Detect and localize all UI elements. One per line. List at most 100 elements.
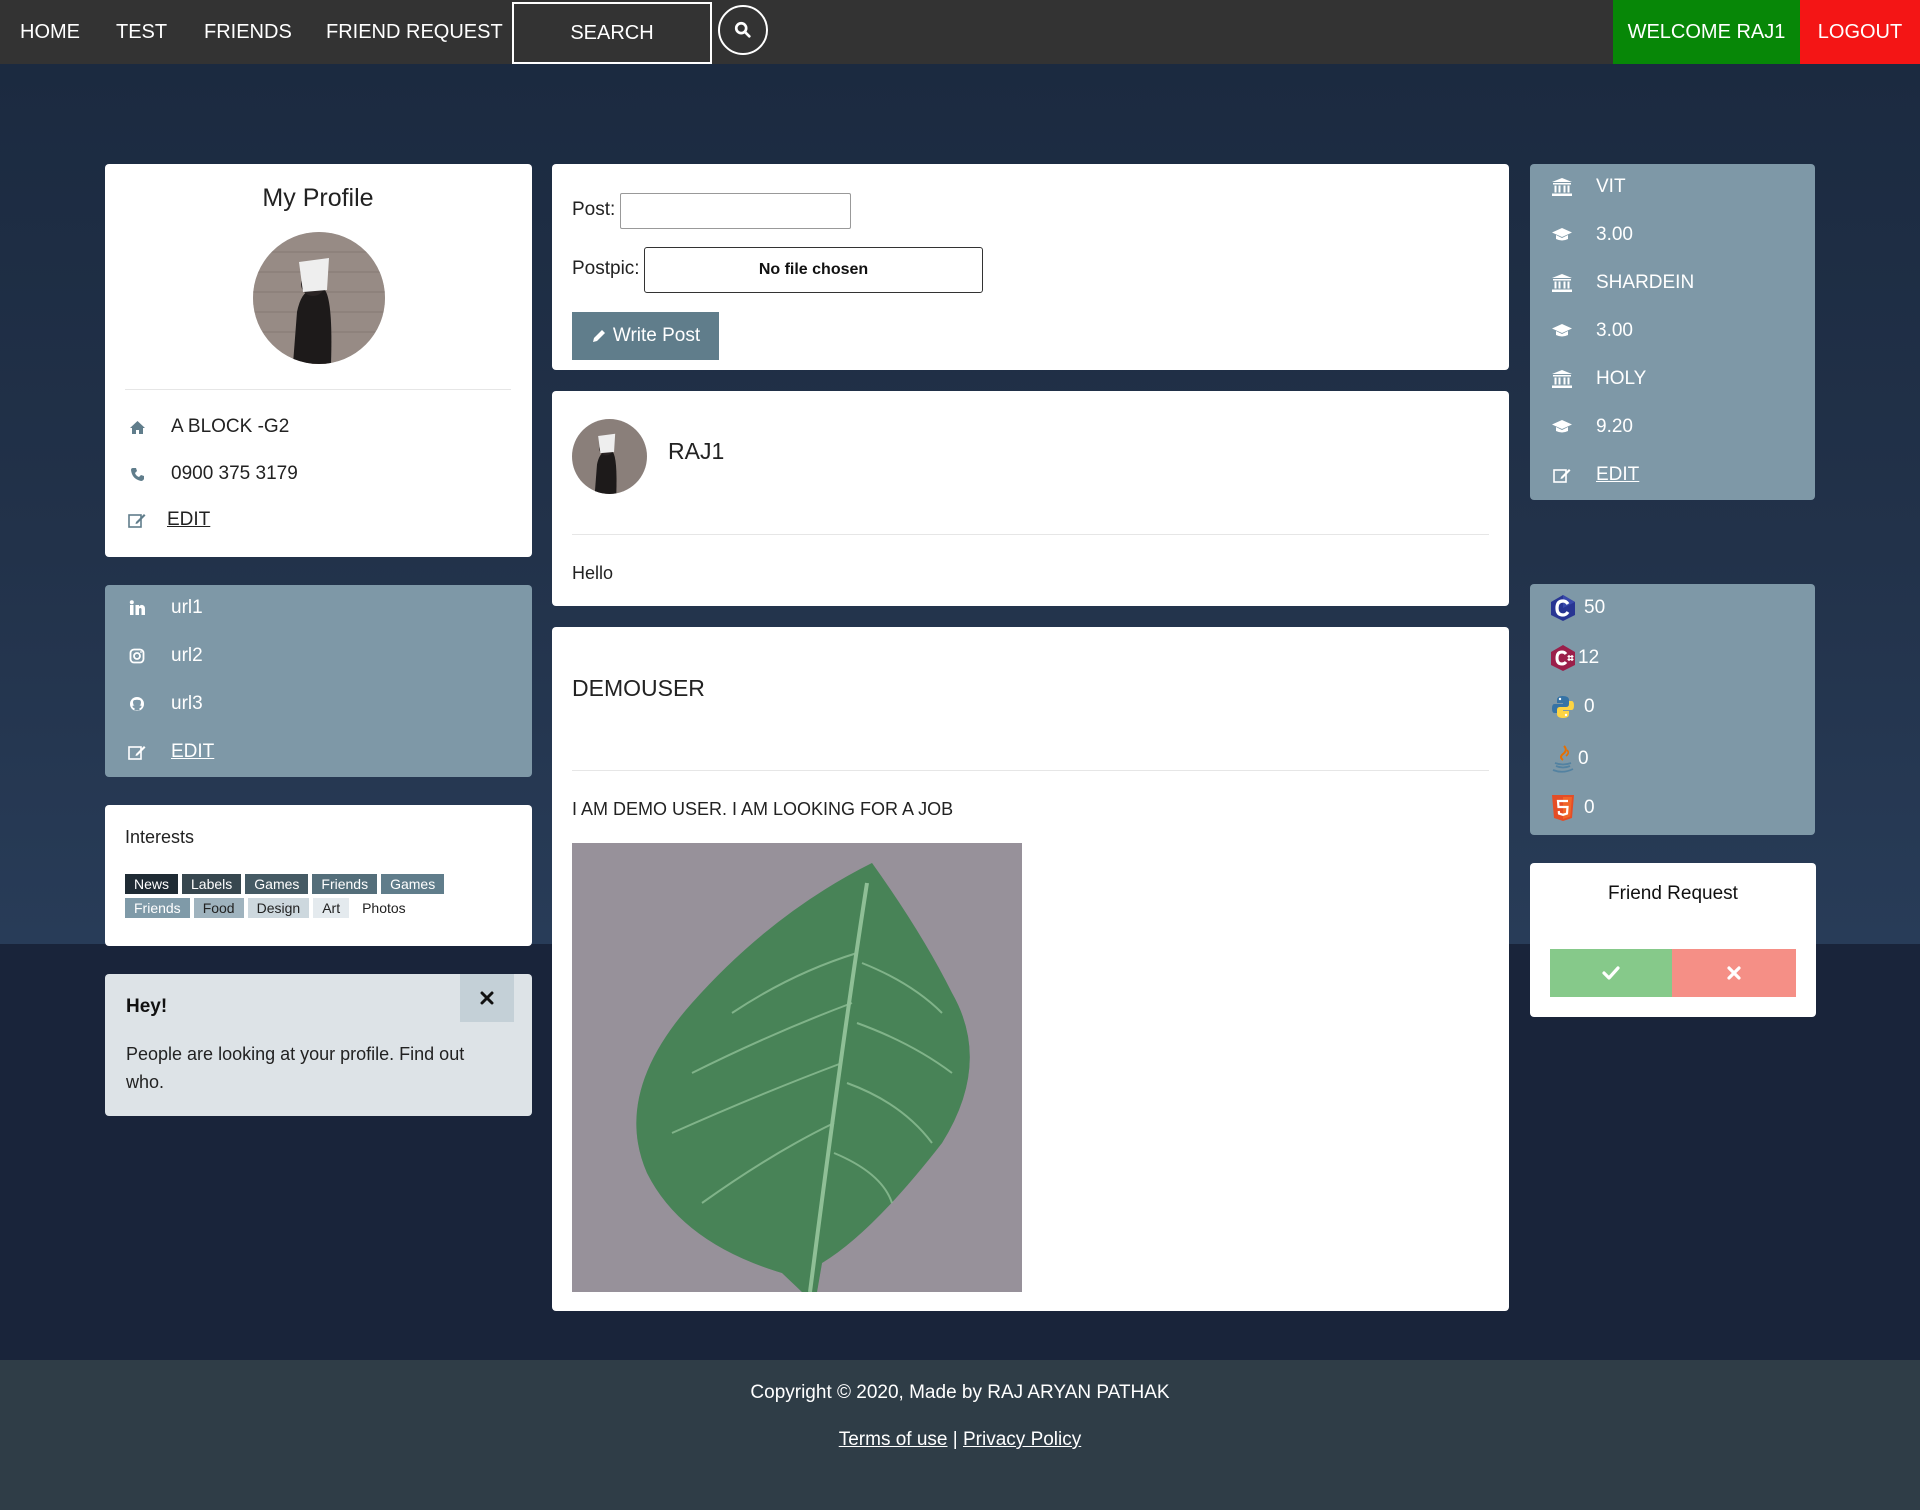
reject-request-button[interactable]: [1672, 949, 1796, 997]
alert-title: Hey!: [126, 996, 168, 1017]
tag-friends-2[interactable]: Friends: [125, 898, 190, 918]
phone-icon: [127, 467, 147, 482]
post-author: DEMOUSER: [572, 675, 705, 701]
alert-message: People are looking at your profile. Find…: [126, 1044, 465, 1092]
check-icon: [1602, 966, 1620, 980]
write-post-button[interactable]: Write Post: [572, 312, 719, 360]
skill-row: 0: [1550, 744, 1589, 774]
skill-row: 50: [1550, 594, 1605, 622]
address-text: A BLOCK -G2: [171, 416, 290, 437]
alert-close-button[interactable]: [460, 974, 514, 1022]
education-row: HOLY: [1552, 368, 1646, 390]
postpic-label: Postpic:: [572, 258, 640, 279]
search-input[interactable]: SEARCH: [512, 2, 712, 64]
social-edit-row: EDIT: [127, 741, 214, 763]
tag-photos[interactable]: Photos: [353, 898, 415, 918]
top-navbar: HOME TEST FRIENDS FRIEND REQUEST SEARCH …: [0, 0, 1920, 64]
grade-value: 3.00: [1596, 224, 1633, 245]
postpic-file-input[interactable]: No file chosen: [644, 247, 983, 293]
tag-games[interactable]: Games: [245, 874, 309, 894]
interests-card: Interests News Labels Games Friends Games Fr…: [105, 805, 532, 946]
search-button[interactable]: [718, 5, 768, 55]
social-edit-link[interactable]: EDIT: [171, 741, 214, 763]
nav-test[interactable]: TEST: [116, 0, 167, 64]
tag-labels[interactable]: Labels: [182, 874, 242, 894]
edit-icon: [127, 744, 147, 760]
skill-row: 0: [1550, 694, 1595, 720]
github-icon: [127, 696, 147, 712]
grade-value: 9.20: [1596, 416, 1633, 437]
instagram-link[interactable]: url2: [171, 645, 203, 667]
accept-request-button[interactable]: [1550, 949, 1672, 997]
edit-icon: [1552, 467, 1572, 483]
profile-title: My Profile: [262, 184, 374, 212]
education-row: 3.00: [1552, 320, 1633, 342]
post-card: RAJ1 Hello: [552, 391, 1509, 606]
divider: [125, 389, 511, 390]
friend-request-card: Friend Request: [1530, 863, 1816, 1017]
post-text: I AM DEMO USER. I AM LOOKING FOR A JOB: [572, 799, 954, 819]
welcome-user[interactable]: WELCOME RAJ1: [1613, 0, 1800, 64]
school-name: SHARDEIN: [1596, 272, 1695, 293]
profile-edit-row: EDIT: [127, 509, 210, 531]
skill-c-count: 50: [1584, 597, 1606, 618]
avatar: [253, 232, 385, 364]
post-text: Hello: [572, 563, 614, 583]
logout-button[interactable]: LOGOUT: [1800, 0, 1920, 64]
csharp-icon: [1550, 644, 1576, 672]
home-icon: [127, 420, 147, 435]
linkedin-link[interactable]: url1: [171, 597, 203, 619]
html5-icon: [1550, 794, 1576, 822]
school-name: HOLY: [1596, 368, 1647, 389]
tag-news[interactable]: News: [125, 874, 179, 894]
education-card: VIT 3.00 SHARDEIN 3.00 HOLY 9.20 EDIT: [1530, 164, 1815, 500]
close-icon: [1727, 966, 1741, 980]
linkedin-row: url1: [127, 597, 203, 619]
institution-icon: [1552, 274, 1572, 292]
tag-art[interactable]: Art: [313, 898, 350, 918]
nav-friends[interactable]: FRIENDS: [204, 0, 292, 64]
post-image: [572, 843, 1022, 1293]
linkedin-icon: [127, 600, 147, 616]
interest-tags: News Labels Games Friends Games Friends Food D…: [125, 874, 525, 922]
divider: [572, 534, 1489, 535]
social-links-card: url1 url2 url3 EDIT: [105, 585, 532, 777]
github-row: url3: [127, 693, 203, 715]
profile-edit-link[interactable]: EDIT: [167, 509, 210, 531]
institution-icon: [1552, 178, 1572, 196]
tag-friends[interactable]: Friends: [312, 874, 378, 894]
education-edit-link[interactable]: EDIT: [1596, 464, 1639, 486]
friend-request-title: Friend Request: [1608, 883, 1738, 904]
privacy-link[interactable]: Privacy Policy: [963, 1429, 1081, 1450]
phone-text: 0900 375 3179: [171, 463, 298, 484]
divider: [572, 770, 1489, 771]
education-row: 3.00: [1552, 224, 1633, 246]
github-link[interactable]: url3: [171, 693, 203, 715]
python-icon: [1550, 694, 1576, 720]
grade-value: 3.00: [1596, 320, 1633, 341]
address-row: A BLOCK -G2: [127, 416, 289, 438]
school-name: VIT: [1596, 176, 1626, 197]
tag-design[interactable]: Design: [247, 898, 310, 918]
search-icon: [734, 21, 751, 38]
nav-home[interactable]: HOME: [20, 0, 80, 64]
interests-title: Interests: [125, 827, 195, 847]
footer-links: Terms of use | Privacy Policy: [0, 1429, 1920, 1451]
graduation-cap-icon: [1552, 227, 1572, 243]
skills-card: 50 12 0 0 0: [1530, 584, 1815, 835]
pencil-icon: [592, 330, 605, 342]
profile-card: My Profile A BLOCK -G2 0900 375 3179 EDI…: [105, 164, 532, 557]
nav-friend-request[interactable]: FRIEND REQUEST: [326, 0, 503, 64]
education-edit-row: EDIT: [1552, 464, 1639, 486]
education-row: VIT: [1552, 176, 1626, 198]
skill-java-count: 0: [1578, 748, 1589, 769]
skill-python-count: 0: [1584, 696, 1595, 717]
java-icon: [1550, 744, 1576, 774]
tag-food[interactable]: Food: [193, 898, 244, 918]
post-composer: Post: Postpic: No file chosen Write Post: [552, 164, 1509, 370]
terms-link[interactable]: Terms of use: [839, 1429, 948, 1450]
edit-icon: [127, 512, 147, 528]
tag-games-2[interactable]: Games: [381, 874, 445, 894]
c-language-icon: [1550, 594, 1576, 622]
post-input[interactable]: [620, 193, 851, 229]
